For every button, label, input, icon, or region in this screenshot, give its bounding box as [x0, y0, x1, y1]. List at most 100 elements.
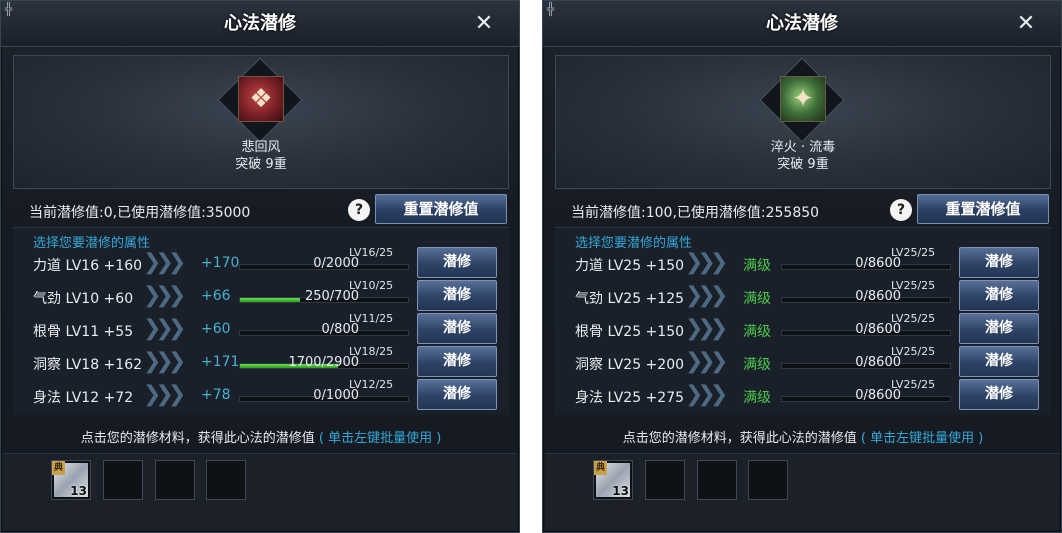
reset-cultivation-button[interactable]: 重置潜修值 — [917, 194, 1049, 224]
chevron-right-icon: ❯❯❯ — [143, 349, 186, 374]
cultivation-panel-left: 心法潜修 ╬ ✕ ❖ 悲回风 突破 9重 当前潜修值:0,已使用潜修值:3500… — [0, 0, 520, 533]
item-tag: 典 — [594, 461, 607, 475]
material-hint-text: 点击您的潜修材料，获得此心法的潜修值 — [622, 431, 857, 446]
progress-text: 0/8600 — [855, 256, 901, 271]
attribute-label: 力道 LV25 +150 — [575, 258, 685, 274]
train-button[interactable]: 潜修 — [417, 280, 497, 311]
attribute-gain: +170 — [201, 255, 240, 271]
attribute-row: 气劲 LV25 +125 ❯❯❯ 满级 LV25/25 0/8600 潜修 — [555, 279, 1051, 312]
item-count: 13 — [612, 484, 629, 498]
attribute-label: 根骨 LV11 +55 — [33, 324, 134, 340]
red-book-icon[interactable]: ❖ — [238, 76, 284, 122]
attribute-label: 气劲 LV10 +60 — [33, 291, 134, 307]
progress-text: 0/8600 — [855, 355, 901, 370]
close-icon[interactable]: ✕ — [471, 11, 497, 37]
chevron-right-icon: ❯❯❯ — [685, 283, 728, 308]
cultivation-panel-right: 心法潜修 ╬ ✕ ✦ 淬火 · 流毒 突破 9重 当前潜修值:100,已使用潜修… — [542, 0, 1062, 533]
batch-use-link[interactable]: ( 单击左键批量使用 ) — [861, 431, 983, 446]
attribute-row: 气劲 LV10 +60 ❯❯❯ +66 LV10/25 250/700 潜修 — [13, 279, 509, 312]
attribute-gain: 满级 — [743, 324, 771, 340]
skill-break-level: 突破 9重 — [777, 157, 829, 172]
attribute-gain: 满级 — [743, 357, 771, 373]
cultivation-status: 当前潜修值:0,已使用潜修值:35000 — [29, 205, 251, 221]
progress-text: 0/800 — [321, 322, 359, 337]
chevron-right-icon: ❯❯❯ — [685, 316, 728, 341]
close-icon[interactable]: ✕ — [1013, 11, 1039, 37]
chevron-right-icon: ❯❯❯ — [143, 250, 186, 275]
material-hint: 点击您的潜修材料，获得此心法的潜修值 ( 单击左键批量使用 ) — [543, 427, 1062, 446]
chevron-right-icon: ❯❯❯ — [685, 250, 728, 275]
material-slot[interactable]: 典 13 — [51, 460, 91, 500]
attribute-label: 气劲 LV25 +125 — [575, 291, 685, 307]
panel-title: 心法潜修 — [1, 1, 519, 47]
attribute-row: 根骨 LV11 +55 ❯❯❯ +60 LV11/25 0/800 潜修 — [13, 312, 509, 345]
material-slot[interactable]: 典 13 — [593, 460, 633, 500]
progress-text: 0/1000 — [313, 388, 359, 403]
attribute-row: 根骨 LV25 +150 ❯❯❯ 满级 LV25/25 0/8600 潜修 — [555, 312, 1051, 345]
attribute-row: 身法 LV25 +275 ❯❯❯ 满级 LV25/25 0/8600 潜修 — [555, 378, 1051, 411]
attribute-row: 洞察 LV18 +162 ❯❯❯ +171 LV18/25 1700/2900 … — [13, 345, 509, 378]
attribute-gain: +66 — [201, 288, 231, 304]
attribute-gain: +60 — [201, 321, 231, 337]
train-button[interactable]: 潜修 — [959, 313, 1039, 344]
attribute-label: 洞察 LV25 +200 — [575, 357, 685, 373]
attribute-row: 洞察 LV25 +200 ❯❯❯ 满级 LV25/25 0/8600 潜修 — [555, 345, 1051, 378]
material-hint: 点击您的潜修材料，获得此心法的潜修值 ( 单击左键批量使用 ) — [1, 427, 521, 446]
chevron-right-icon: ❯❯❯ — [143, 316, 186, 341]
attribute-label: 根骨 LV25 +150 — [575, 324, 685, 340]
attribute-row: 力道 LV16 +160 ❯❯❯ +170 LV16/25 0/2000 潜修 — [13, 246, 509, 279]
attribute-label: 力道 LV16 +160 — [33, 258, 143, 274]
train-button[interactable]: 潜修 — [959, 280, 1039, 311]
item-tag: 典 — [52, 461, 65, 475]
progress-text: 0/2000 — [313, 256, 359, 271]
green-scroll-icon[interactable]: ✦ — [780, 76, 826, 122]
progress-text: 0/8600 — [855, 322, 901, 337]
progress-text: 1700/2900 — [288, 355, 359, 370]
attribute-gain: 满级 — [743, 258, 771, 274]
progress-text: 0/8600 — [855, 289, 901, 304]
skill-display: ❖ 悲回风 突破 9重 — [13, 55, 509, 189]
item-count: 13 — [70, 484, 87, 498]
attribute-list: 选择您要潜修的属性 力道 LV25 +150 ❯❯❯ 满级 LV25/25 0/… — [555, 227, 1051, 415]
attribute-list: 选择您要潜修的属性 力道 LV16 +160 ❯❯❯ +170 LV16/25 … — [13, 227, 509, 415]
chevron-right-icon: ❯❯❯ — [685, 349, 728, 374]
material-slot[interactable] — [748, 460, 788, 500]
attribute-row: 身法 LV12 +72 ❯❯❯ +78 LV12/25 0/1000 潜修 — [13, 378, 509, 411]
train-button[interactable]: 潜修 — [959, 379, 1039, 410]
batch-use-link[interactable]: ( 单击左键批量使用 ) — [319, 431, 441, 446]
attribute-gain: +171 — [201, 354, 240, 370]
reset-cultivation-button[interactable]: 重置潜修值 — [375, 194, 507, 224]
chevron-right-icon: ❯❯❯ — [143, 382, 186, 407]
attribute-label: 身法 LV12 +72 — [33, 390, 134, 406]
train-button[interactable]: 潜修 — [417, 346, 497, 377]
train-button[interactable]: 潜修 — [959, 247, 1039, 278]
attribute-gain: 满级 — [743, 291, 771, 307]
chevron-right-icon: ❯❯❯ — [143, 283, 186, 308]
cultivation-status: 当前潜修值:100,已使用潜修值:255850 — [571, 205, 820, 221]
corner-ornament-icon: ╬ — [5, 2, 13, 16]
material-slot[interactable] — [645, 460, 685, 500]
help-icon[interactable]: ? — [348, 199, 370, 221]
train-button[interactable]: 潜修 — [959, 346, 1039, 377]
train-button[interactable]: 潜修 — [417, 247, 497, 278]
attribute-gain: 满级 — [743, 390, 771, 406]
progress-text: 250/700 — [304, 289, 359, 304]
material-slot[interactable] — [697, 460, 737, 500]
chevron-right-icon: ❯❯❯ — [685, 382, 728, 407]
attribute-row: 力道 LV25 +150 ❯❯❯ 满级 LV25/25 0/8600 潜修 — [555, 246, 1051, 279]
attribute-label: 身法 LV25 +275 — [575, 390, 685, 406]
help-icon[interactable]: ? — [890, 199, 912, 221]
attribute-gain: +78 — [201, 387, 231, 403]
skill-display: ✦ 淬火 · 流毒 突破 9重 — [555, 55, 1051, 189]
corner-ornament-icon: ╬ — [547, 2, 555, 16]
train-button[interactable]: 潜修 — [417, 379, 497, 410]
panel-title: 心法潜修 — [543, 1, 1061, 47]
attribute-label: 洞察 LV18 +162 — [33, 357, 143, 373]
material-slot[interactable] — [155, 460, 195, 500]
material-hint-text: 点击您的潜修材料，获得此心法的潜修值 — [80, 431, 315, 446]
material-slot[interactable] — [206, 460, 246, 500]
skill-break-level: 突破 9重 — [235, 157, 287, 172]
train-button[interactable]: 潜修 — [417, 313, 497, 344]
material-slot[interactable] — [103, 460, 143, 500]
progress-text: 0/8600 — [855, 388, 901, 403]
